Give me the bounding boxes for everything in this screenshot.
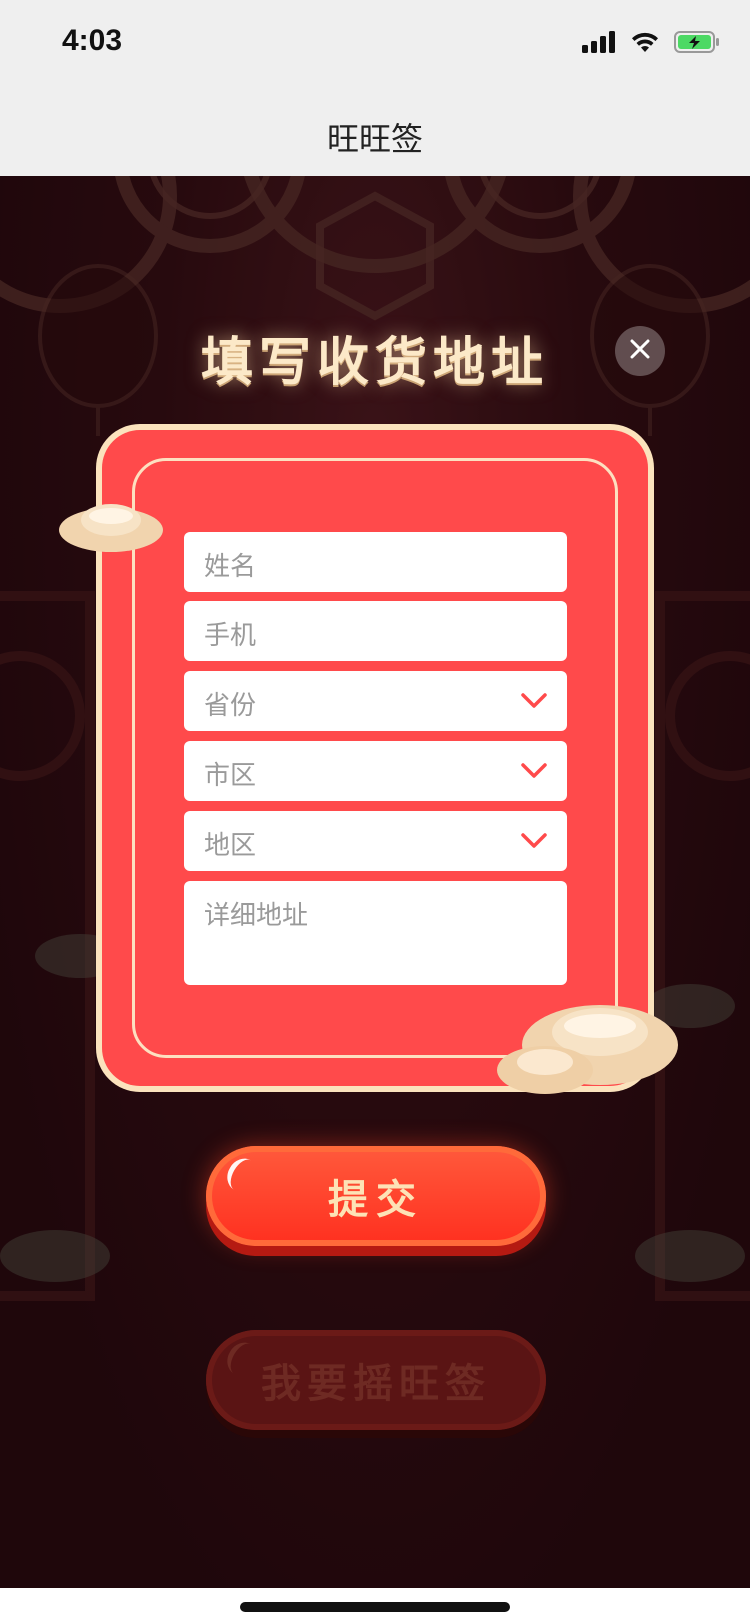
chevron-down-icon (521, 689, 547, 711)
home-indicator (240, 1602, 510, 1612)
signal-icon (582, 31, 616, 57)
name-placeholder: 姓名 (204, 552, 257, 582)
nav-bar: 旺旺签 (0, 88, 750, 176)
shake-button-label: 我要摇旺签 (261, 1361, 491, 1407)
button-shine (221, 1153, 264, 1197)
button-shine (221, 1337, 264, 1381)
province-select[interactable]: 省份 (184, 671, 567, 731)
phone-placeholder: 手机 (204, 621, 257, 651)
city-select[interactable]: 市区 (184, 741, 567, 801)
phone-input[interactable]: 手机 (184, 601, 567, 661)
status-time: 4:03 (62, 24, 123, 57)
nav-title: 旺旺签 (326, 120, 423, 158)
name-input[interactable]: 姓名 (184, 532, 567, 592)
district-placeholder: 地区 (204, 831, 257, 861)
battery-charging-icon (674, 31, 720, 57)
status-bar: 4:03 (0, 0, 750, 88)
submit-button[interactable]: 提交 (206, 1146, 546, 1246)
province-placeholder: 省份 (204, 691, 257, 721)
close-button[interactable] (615, 326, 665, 376)
address-placeholder: 详细地址 (204, 901, 309, 931)
wifi-icon (630, 31, 660, 57)
shake-fortune-button: 我要摇旺签 (206, 1330, 546, 1430)
gold-ingot-icon (490, 990, 680, 1104)
submit-button-label: 提交 (328, 1177, 424, 1223)
detailed-address-textarea[interactable]: 详细地址 (184, 881, 567, 985)
status-icons (582, 28, 720, 60)
chevron-down-icon (521, 759, 547, 781)
gold-ingot-icon (56, 490, 166, 558)
close-icon (629, 338, 651, 364)
district-select[interactable]: 地区 (184, 811, 567, 871)
chevron-down-icon (521, 829, 547, 851)
city-placeholder: 市区 (204, 761, 257, 791)
